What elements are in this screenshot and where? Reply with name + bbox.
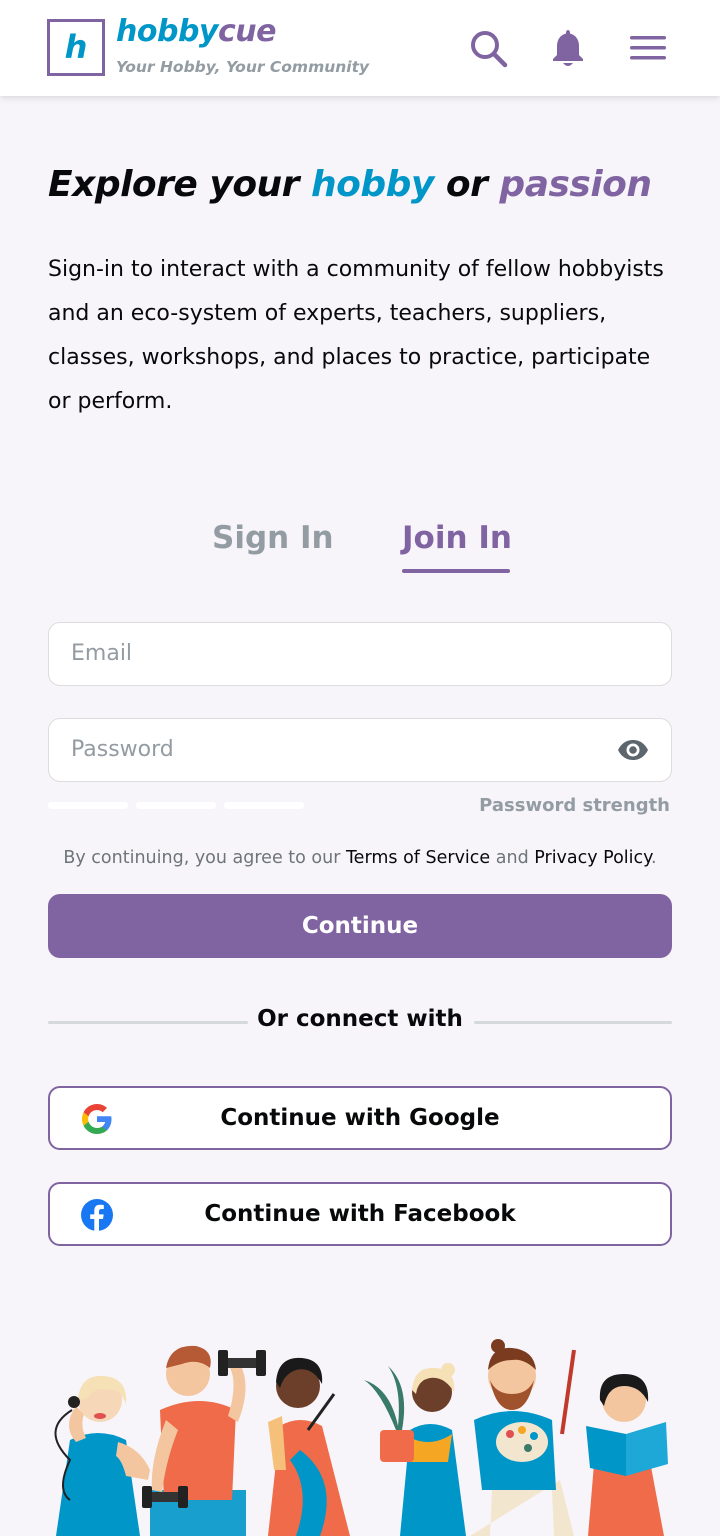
divider-right <box>474 1021 672 1024</box>
brand-tagline: Your Hobby, Your Community <box>116 58 370 76</box>
password-strength-bar-1 <box>48 802 128 809</box>
tab-sign-in[interactable]: Sign In <box>212 520 334 556</box>
terms-notice: By continuing, you agree to our Terms of… <box>0 848 720 868</box>
facebook-button-label: Continue with Facebook <box>204 1201 516 1227</box>
password-strength-bar-2 <box>136 802 216 809</box>
singer-figure <box>54 1375 150 1536</box>
headline-hobby: hobby <box>310 164 434 205</box>
painter-figure <box>470 1339 576 1536</box>
eye-icon[interactable] <box>617 735 649 765</box>
headline-or: or <box>433 164 500 205</box>
password-field-container <box>48 718 672 782</box>
google-signin-button[interactable]: Continue with Google <box>48 1086 672 1150</box>
email-field-container <box>48 622 672 686</box>
logo-letter: h <box>64 28 88 66</box>
password-field[interactable] <box>71 719 611 780</box>
page-title: Explore your hobby or passion <box>48 164 652 205</box>
facebook-signin-button[interactable]: Continue with Facebook <box>48 1182 672 1246</box>
headline-part-1: Explore your <box>48 164 311 205</box>
menu-icon[interactable] <box>626 26 670 70</box>
intro-text: Sign-in to interact with a community of … <box>48 257 664 414</box>
headline-passion: passion <box>499 164 652 205</box>
brand-name[interactable]: hobbycue <box>116 14 276 49</box>
terms-and: and <box>490 848 535 868</box>
facebook-icon <box>80 1198 114 1232</box>
brand-part-cue: cue <box>217 14 277 49</box>
bell-icon[interactable] <box>546 26 590 70</box>
search-icon[interactable] <box>466 26 510 70</box>
logo-icon[interactable]: h <box>47 19 105 76</box>
hobbyists-illustration <box>54 1339 668 1536</box>
or-connect-label: Or connect with <box>257 1006 463 1032</box>
fitness-figure <box>142 1345 266 1536</box>
terms-suffix: . <box>651 848 657 868</box>
brand-part-hobby: hobby <box>116 14 218 49</box>
top-navbar: h hobbycue Your Hobby, Your Community <box>0 0 720 96</box>
privacy-policy-link[interactable]: Privacy Policy <box>534 848 651 868</box>
google-button-label: Continue with Google <box>220 1105 500 1131</box>
tab-join-in[interactable]: Join In <box>402 520 512 556</box>
continue-button[interactable]: Continue <box>48 894 672 958</box>
reader-figure <box>586 1374 668 1536</box>
musician-figure <box>268 1357 350 1536</box>
gardener-figure <box>364 1363 466 1536</box>
email-field[interactable] <box>71 623 611 684</box>
terms-prefix: By continuing, you agree to our <box>63 848 346 868</box>
terms-of-service-link[interactable]: Terms of Service <box>346 848 490 868</box>
password-strength-label: Password strength <box>479 795 670 816</box>
google-icon <box>80 1102 114 1136</box>
password-strength-bar-3 <box>224 802 304 809</box>
active-tab-indicator <box>402 569 510 573</box>
